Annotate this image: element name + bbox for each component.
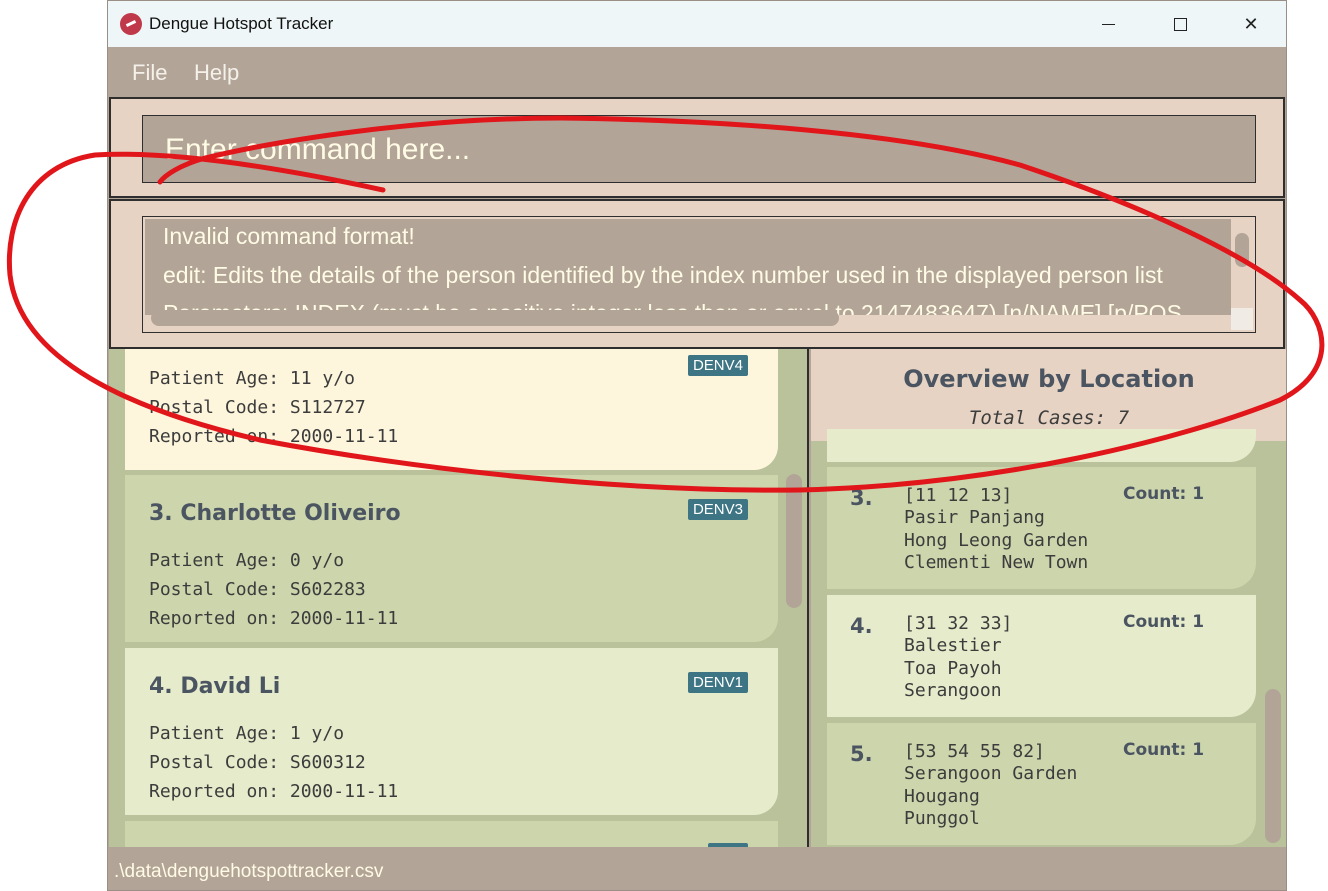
location-area: Balestier [904,635,1002,656]
menu-help[interactable]: Help [194,60,239,86]
location-index: 3. [850,486,873,510]
case-name: 4. David Li [149,674,281,699]
case-postal: Postal Code: S112727 [149,397,366,418]
case-tag: DENV3 [687,499,748,520]
case-reported: Reported on: 2000-11-11 [149,608,399,629]
location-area: Serangoon [904,680,1002,701]
status-bar: .\data\denguehotspottracker.csv [108,847,1286,890]
location-codes: [53 54 55 82] [904,741,1045,762]
case-list-scrollbar[interactable] [786,474,802,608]
location-area: Hong Leong Garden [904,530,1089,551]
menu-bar: File Help [108,47,1286,97]
location-count: Count: 1 [1123,612,1205,632]
location-count: Count: 1 [1123,484,1205,504]
minimize-button[interactable] [1073,1,1143,47]
location-area: Clementi New Town [904,552,1089,573]
case-postal: Postal Code: S600312 [149,752,366,773]
minimize-icon [1101,23,1115,25]
overview-panel: Overview by Location Total Cases: 7 3. [… [811,349,1286,847]
title-bar: Dengue Hotspot Tracker ✕ [108,1,1286,47]
result-panel: Invalid command format! edit: Edits the … [109,199,1285,349]
case-age: Patient Age: 0 y/o [149,550,345,571]
window-title: Dengue Hotspot Tracker [149,14,334,33]
result-line: edit: Edits the details of the person id… [163,262,1163,288]
command-panel: Enter command here... [109,97,1285,198]
overview-header: Overview by Location Total Cases: 7 [811,349,1286,441]
maximize-button[interactable] [1145,1,1215,47]
location-index: 4. [850,614,873,638]
overview-scrollbar[interactable] [1265,689,1281,843]
scroll-corner [1231,308,1253,330]
case-card[interactable] [125,821,778,847]
maximize-icon [1173,17,1187,31]
result-vertical-scrollbar[interactable] [1235,233,1249,267]
location-count: Count: 1 [1123,740,1205,760]
result-horizontal-scrollbar[interactable] [151,310,839,326]
close-button[interactable]: ✕ [1216,1,1286,47]
case-tag: DENV4 [687,355,748,376]
command-input[interactable]: Enter command here... [142,115,1256,183]
total-cases: Total Cases: 7 [968,407,1130,429]
location-codes: [11 12 13] [904,485,1013,506]
case-tag: DENV1 [687,672,748,693]
location-area: Punggol [904,808,980,829]
case-list-panel: DENV4 Patient Age: 11 y/o Postal Code: S… [109,349,809,847]
case-card[interactable]: 3. Charlotte Oliveiro DENV3 Patient Age:… [125,475,778,642]
case-name: 3. Charlotte Oliveiro [149,501,401,526]
case-reported: Reported on: 2000-11-11 [149,781,399,802]
data-file-path: .\data\denguehotspottracker.csv [114,861,384,882]
location-area: Toa Payoh [904,658,1002,679]
result-text-area[interactable]: Invalid command format! edit: Edits the … [145,219,1231,315]
case-reported: Reported on: 2000-11-11 [149,426,399,447]
location-area: Pasir Panjang [904,507,1045,528]
location-card[interactable]: 4. [31 32 33] Balestier Toa Payoh Serang… [827,595,1256,717]
result-display: Invalid command format! edit: Edits the … [142,216,1256,333]
location-card[interactable]: 5. [53 54 55 82] Serangoon Garden Hougan… [827,723,1256,845]
case-card[interactable]: DENV4 Patient Age: 11 y/o Postal Code: S… [125,349,778,470]
location-codes: [31 32 33] [904,613,1013,634]
location-card[interactable]: 3. [11 12 13] Pasir Panjang Hong Leong G… [827,467,1256,589]
case-age: Patient Age: 1 y/o [149,723,345,744]
case-postal: Postal Code: S602283 [149,579,366,600]
location-card[interactable] [827,429,1256,462]
overview-title: Overview by Location [903,365,1195,393]
menu-file[interactable]: File [132,60,167,86]
location-area: Hougang [904,786,980,807]
app-logo-icon [120,13,142,35]
close-icon: ✕ [1243,13,1259,34]
location-index: 5. [850,742,873,766]
case-age: Patient Age: 11 y/o [149,368,355,389]
case-card[interactable]: 4. David Li DENV1 Patient Age: 1 y/o Pos… [125,648,778,815]
location-area: Serangoon Garden [904,763,1078,784]
app-window: Dengue Hotspot Tracker ✕ File Help Enter… [107,0,1287,891]
result-line: Invalid command format! [163,223,415,249]
